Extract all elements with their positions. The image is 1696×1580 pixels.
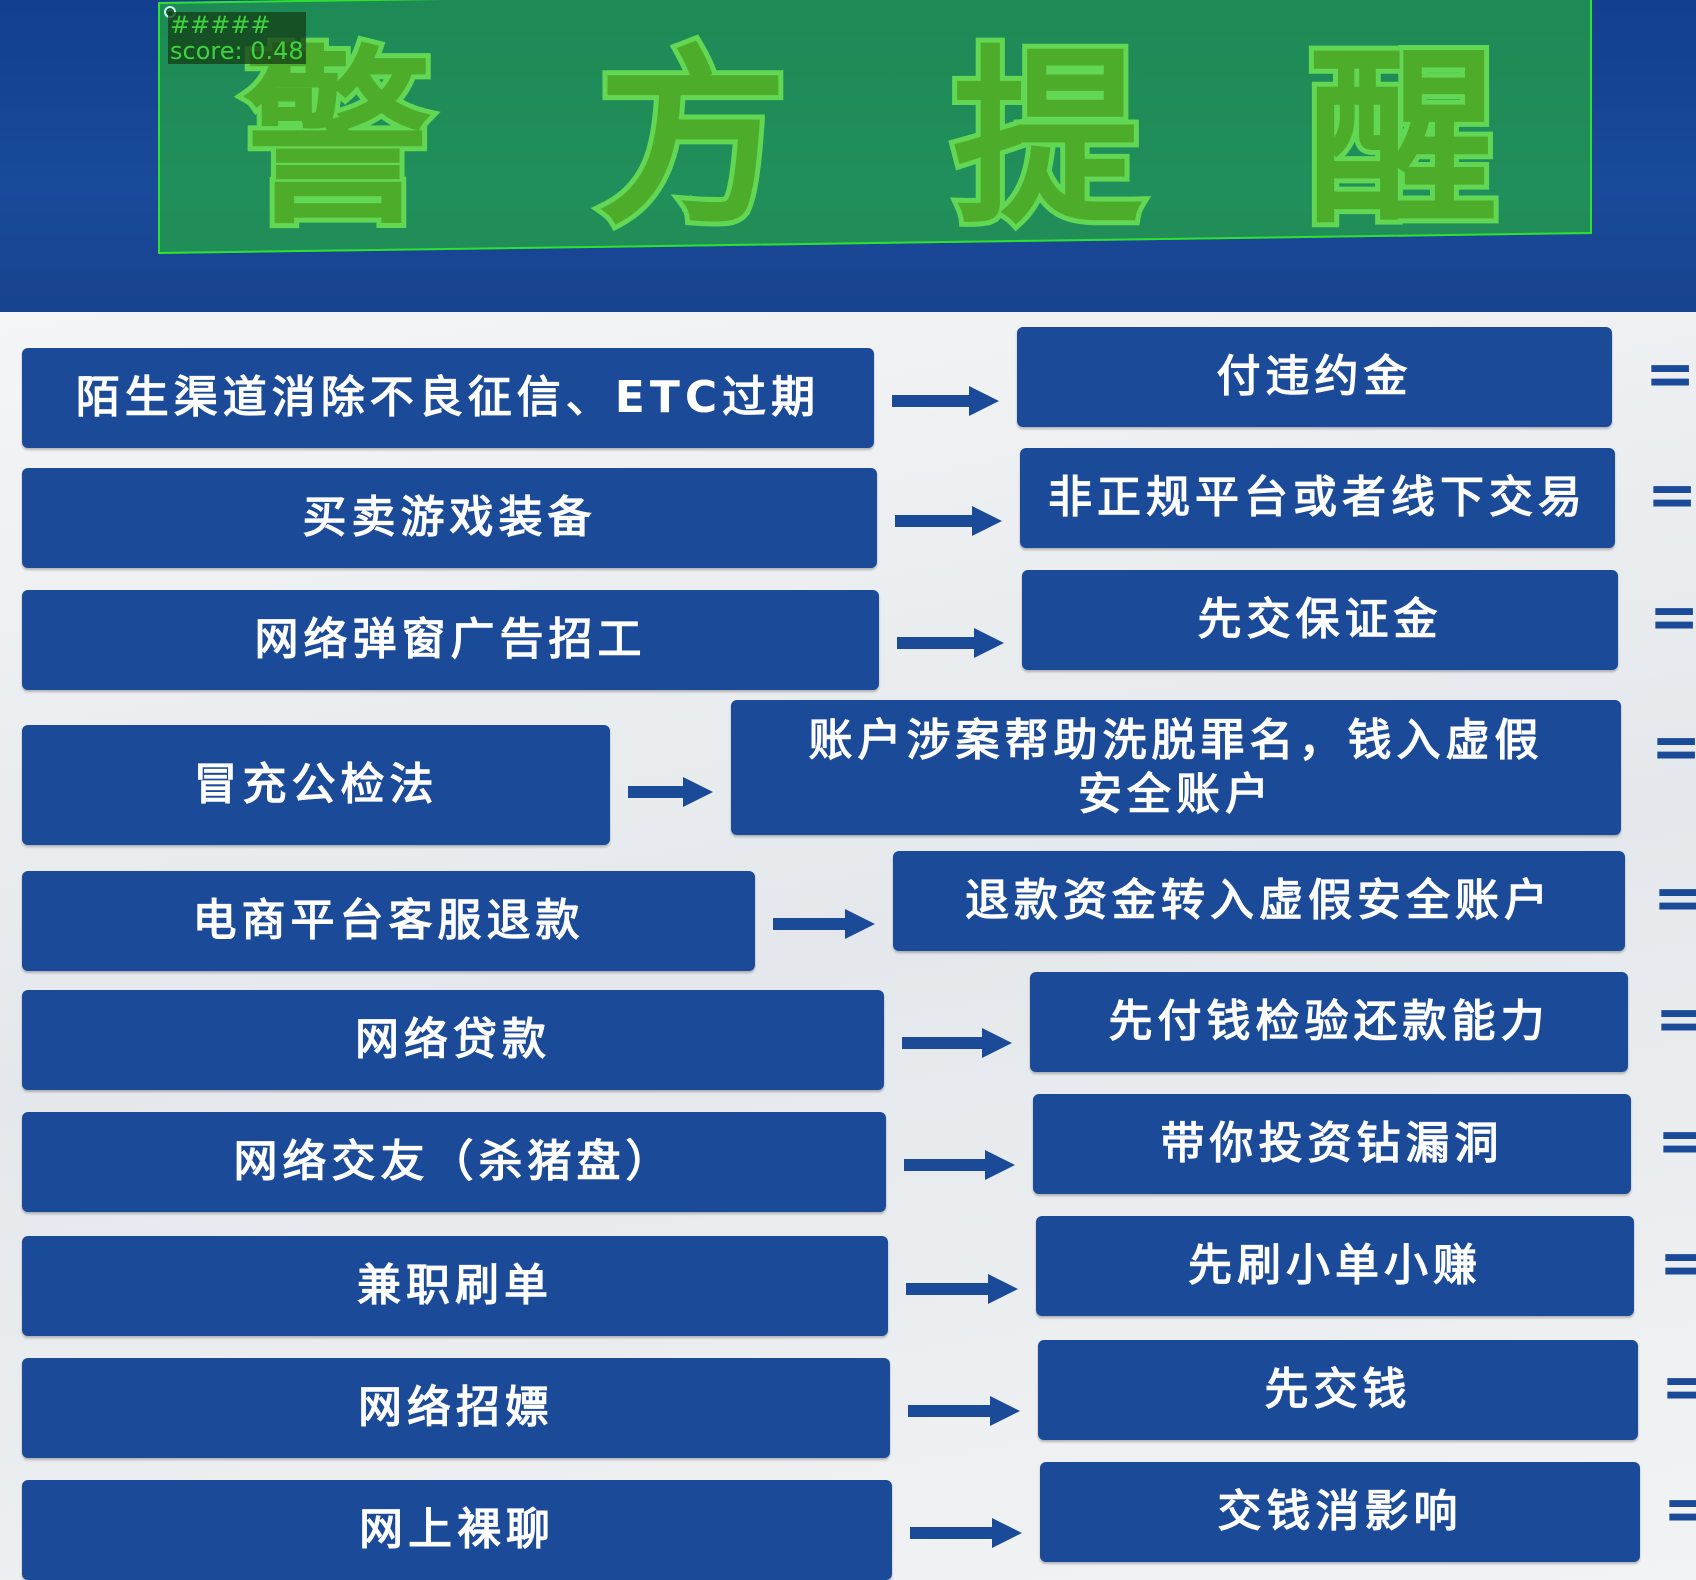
- arrow-right-icon: [628, 777, 713, 807]
- arrow-right-icon: [892, 386, 999, 416]
- cause-box: 买卖游戏装备: [22, 468, 877, 568]
- arrow-right-icon: [773, 909, 875, 939]
- scam-box: 先刷小单小赚: [1036, 1216, 1634, 1316]
- scam-box: 先付钱检验还款能力: [1030, 972, 1628, 1072]
- equals-sign: =: [1659, 1228, 1696, 1298]
- equals-sign: =: [1651, 712, 1696, 782]
- cause-box: 网上裸聊: [22, 1480, 892, 1580]
- cause-box: 电商平台客服退款: [22, 871, 755, 971]
- scam-box: 带你投资钻漏洞: [1033, 1094, 1631, 1194]
- cause-box: 网络招嫖: [22, 1358, 890, 1458]
- equals-sign: =: [1663, 1474, 1696, 1544]
- cause-box: 网络贷款: [22, 990, 884, 1090]
- scam-box: 非正规平台或者线下交易: [1020, 448, 1615, 548]
- cause-box: 陌生渠道消除不良征信、ETC过期: [22, 348, 874, 448]
- arrow-right-icon: [906, 1274, 1018, 1304]
- detection-text: #####: [170, 11, 271, 39]
- scam-box: 账户涉案帮助洗脱罪名，钱入虚假安全账户: [731, 700, 1621, 835]
- arrow-right-icon: [910, 1518, 1022, 1548]
- detection-box: [158, 0, 1592, 254]
- detection-label: ##### score: 0.48: [168, 12, 306, 64]
- equals-sign: =: [1645, 339, 1696, 409]
- arrow-right-icon: [895, 506, 1002, 536]
- equals-sign: =: [1661, 1352, 1696, 1422]
- equals-sign: =: [1655, 984, 1696, 1054]
- arrow-right-icon: [908, 1396, 1020, 1426]
- equals-sign: =: [1649, 582, 1696, 652]
- equals-sign: =: [1657, 1106, 1696, 1176]
- arrow-right-icon: [897, 628, 1004, 658]
- scam-box: 先交保证金: [1022, 570, 1618, 670]
- cause-box: 冒充公检法: [22, 725, 610, 845]
- cause-box: 网络交友（杀猪盘）: [22, 1112, 886, 1212]
- cause-box: 网络弹窗广告招工: [22, 590, 879, 690]
- equals-sign: =: [1653, 863, 1696, 933]
- scam-box: 先交钱: [1038, 1340, 1638, 1440]
- scam-box: 交钱消影响: [1040, 1462, 1640, 1562]
- arrow-right-icon: [902, 1028, 1012, 1058]
- arrow-right-icon: [904, 1150, 1015, 1180]
- scam-box: 付违约金: [1017, 327, 1612, 427]
- equals-sign: =: [1647, 460, 1696, 530]
- detection-score: score: 0.48: [170, 37, 304, 65]
- scam-box: 退款资金转入虚假安全账户: [893, 851, 1625, 951]
- cause-box: 兼职刷单: [22, 1236, 888, 1336]
